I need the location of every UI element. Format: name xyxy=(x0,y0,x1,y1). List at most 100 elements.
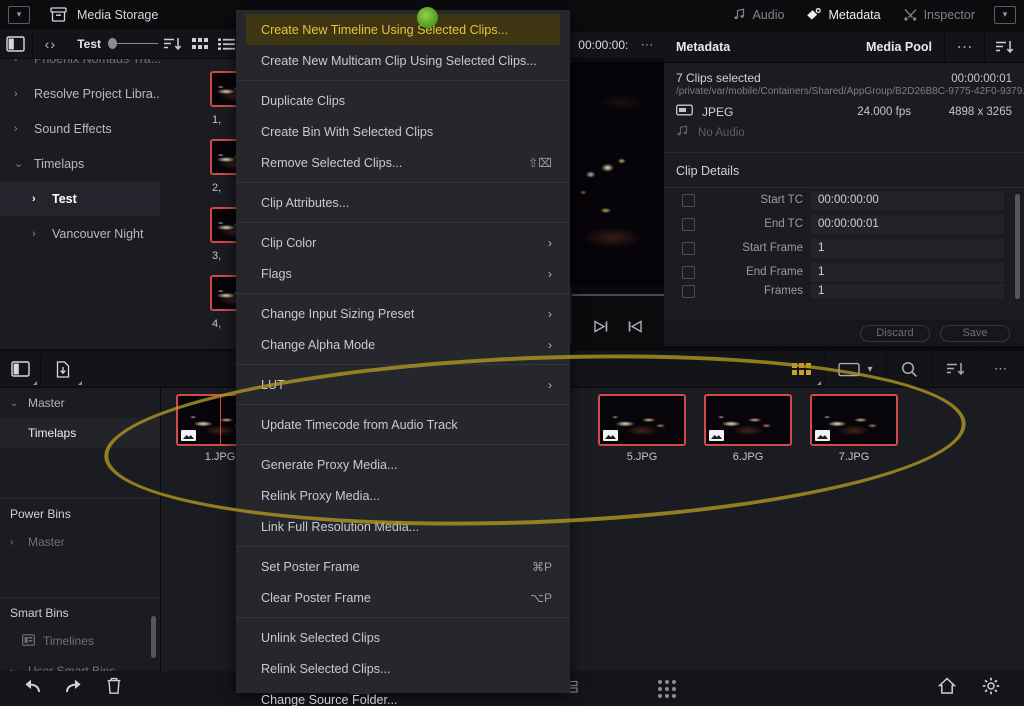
thumbnail-size-icon xyxy=(838,362,861,376)
menu-item-label: Change Source Folder... xyxy=(261,692,398,706)
menu-divider xyxy=(236,222,570,223)
sort-descending-icon[interactable] xyxy=(984,31,1024,63)
menu-item-label: Clip Color xyxy=(261,235,317,250)
tree-item-label: Sound Effects xyxy=(34,121,112,136)
frames-field[interactable]: 1 xyxy=(811,284,1004,298)
bin-timelaps[interactable]: Timelaps xyxy=(0,418,160,448)
skip-forward-icon[interactable] xyxy=(594,320,609,338)
viewer-scrubber[interactable] xyxy=(572,294,664,296)
menu-divider xyxy=(236,364,570,365)
sort-descending-icon[interactable] xyxy=(932,350,978,388)
image-clip-badge-icon xyxy=(181,430,196,441)
menu-item-label: Set Poster Frame xyxy=(261,559,360,574)
clip-details-heading: Clip Details xyxy=(676,164,740,178)
start-tc-field[interactable]: 00:00:00:00 xyxy=(811,190,1004,210)
metadata-panel-toggle[interactable]: Metadata xyxy=(795,8,891,22)
search-icon[interactable] xyxy=(886,350,932,388)
menu-item-change-input-sizing-preset[interactable]: Change Input Sizing Preset › xyxy=(236,298,570,329)
menu-item-create-new-timeline[interactable]: Create New Timeline Using Selected Clips… xyxy=(246,14,560,45)
sort-descending-icon[interactable] xyxy=(158,29,186,59)
media-clip-thumbnail[interactable] xyxy=(810,394,898,446)
menu-item-set-poster-frame[interactable]: Set Poster Frame ⌘P xyxy=(236,551,570,582)
menu-item-label: Link Full Resolution Media... xyxy=(261,519,420,534)
more-options-icon[interactable]: ⋯ xyxy=(978,350,1024,388)
menu-item-lut[interactable]: LUT › xyxy=(236,369,570,400)
menu-item-duplicate-clips[interactable]: Duplicate Clips xyxy=(236,85,570,116)
bin-name-label: Test xyxy=(77,36,101,51)
save-button[interactable]: Save xyxy=(940,324,1010,342)
chevron-right-icon: › xyxy=(14,122,18,135)
thumbnail-size-control[interactable]: ▾ xyxy=(824,350,886,388)
menu-item-label: Change Alpha Mode xyxy=(261,337,376,352)
menu-item-relink-selected-clips[interactable]: Relink Selected Clips... xyxy=(236,653,570,684)
bins-scrollbar[interactable] xyxy=(151,616,156,658)
menu-item-remove-selected-clips[interactable]: Remove Selected Clips... ⇧⌧ xyxy=(236,147,570,178)
panel-toggle-icon[interactable] xyxy=(0,29,32,59)
menu-item-label: LUT xyxy=(261,377,285,392)
more-options-icon[interactable]: ⋯ xyxy=(944,31,984,63)
panel-toggle-icon[interactable] xyxy=(0,350,40,388)
end-tc-field[interactable]: 00:00:00:01 xyxy=(811,214,1004,234)
metadata-field-row: Start Frame 1 xyxy=(664,236,1024,260)
menu-item-unlink-selected-clips[interactable]: Unlink Selected Clips xyxy=(236,622,570,653)
media-storage-icon xyxy=(50,7,67,22)
field-checkbox[interactable] xyxy=(682,265,695,279)
metadata-scrollbar[interactable] xyxy=(1015,194,1020,299)
menu-item-link-full-resolution-media[interactable]: Link Full Resolution Media... xyxy=(236,511,570,542)
audio-note-icon xyxy=(676,125,689,140)
power-bin-master[interactable]: › Master xyxy=(0,527,160,557)
media-clip-thumbnail[interactable] xyxy=(598,394,686,446)
source-viewer[interactable] xyxy=(570,62,664,287)
discard-button[interactable]: Discard xyxy=(860,324,930,342)
chevron-down-icon: ⌄ xyxy=(14,158,24,170)
menu-divider xyxy=(236,617,570,618)
bin-label: Master xyxy=(28,396,65,410)
selection-duration-timecode: 00:00:00:01 xyxy=(951,73,1012,85)
media-clip-thumbnail[interactable] xyxy=(704,394,792,446)
image-clip-badge-icon xyxy=(603,430,618,441)
chevron-down-icon[interactable]: ▾ xyxy=(8,5,30,24)
inspector-panel-toggle[interactable]: Inspector xyxy=(892,8,986,22)
menu-item-clear-poster-frame[interactable]: Clear Poster Frame ⌥P xyxy=(236,582,570,613)
menu-item-label: Create Bin With Selected Clips xyxy=(261,124,434,139)
menu-item-generate-proxy-media[interactable]: Generate Proxy Media... xyxy=(236,449,570,480)
grid-view-icon[interactable] xyxy=(778,350,824,388)
end-frame-field[interactable]: 1 xyxy=(811,262,1004,282)
import-media-icon[interactable] xyxy=(41,350,85,388)
field-label: End TC xyxy=(764,218,803,230)
chevron-down-icon-end[interactable]: ▾ xyxy=(994,5,1016,24)
bin-master[interactable]: ⌄ Master xyxy=(0,388,160,418)
more-options-icon[interactable]: ⋯ xyxy=(628,32,668,58)
smart-bins-heading: Smart Bins xyxy=(10,606,69,620)
no-audio-text: No Audio xyxy=(698,126,745,139)
start-frame-field[interactable]: 1 xyxy=(811,238,1004,258)
tree-item-label: Timelaps xyxy=(34,156,85,171)
menu-item-clip-color[interactable]: Clip Color › xyxy=(236,227,570,258)
clips-selected-text: 7 Clips selected xyxy=(676,71,761,85)
field-checkbox[interactable] xyxy=(682,217,695,231)
bin-nav-back-forward[interactable]: ‹ › xyxy=(32,29,67,59)
field-checkbox[interactable] xyxy=(682,284,695,298)
field-checkbox[interactable] xyxy=(682,193,695,207)
menu-item-create-multicam-clip[interactable]: Create New Multicam Clip Using Selected … xyxy=(236,45,570,76)
grid-view-icon[interactable] xyxy=(186,29,213,59)
menu-item-create-bin[interactable]: Create Bin With Selected Clips xyxy=(236,116,570,147)
menu-item-flags[interactable]: Flags › xyxy=(236,258,570,289)
media-pool-label: Media Pool xyxy=(866,40,932,54)
menu-item-update-timecode[interactable]: Update Timecode from Audio Track xyxy=(236,409,570,440)
menu-item-label: Flags xyxy=(261,266,292,281)
menu-item-change-alpha-mode[interactable]: Change Alpha Mode › xyxy=(236,329,570,360)
menu-item-clip-attributes[interactable]: Clip Attributes... xyxy=(236,187,570,218)
menu-item-change-source-folder[interactable]: Change Source Folder... xyxy=(236,684,570,706)
metadata-field-row: Start TC 00:00:00:00 xyxy=(664,188,1024,212)
fusion-page-icon[interactable] xyxy=(658,679,676,698)
menu-item-relink-proxy-media[interactable]: Relink Proxy Media... xyxy=(236,480,570,511)
skip-back-icon[interactable] xyxy=(627,320,642,338)
menu-item-shortcut: ⇧⌧ xyxy=(528,155,552,170)
chevron-right-icon: › xyxy=(548,235,552,250)
metadata-tag-icon xyxy=(806,8,822,21)
menu-item-label: Duplicate Clips xyxy=(261,93,345,108)
audio-panel-toggle[interactable]: Audio xyxy=(722,8,795,22)
field-checkbox[interactable] xyxy=(682,241,695,255)
smart-bin-timelines[interactable]: Timelines xyxy=(0,626,160,656)
